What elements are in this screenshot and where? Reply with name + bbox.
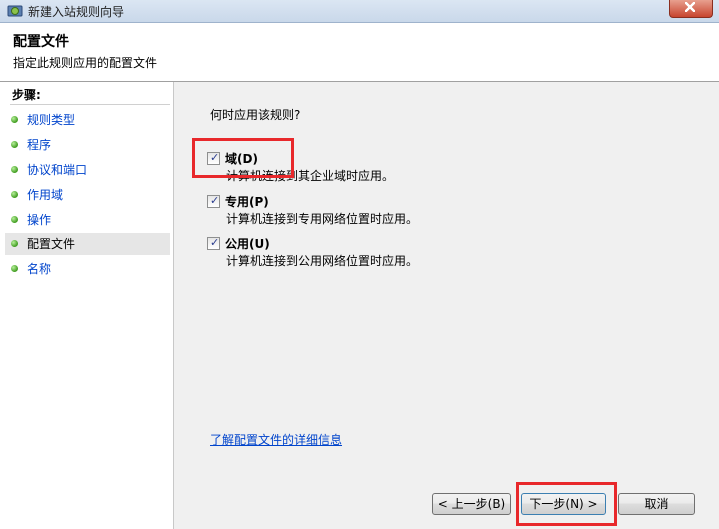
step-label[interactable]: 规则类型 [27, 109, 75, 131]
private-label[interactable]: 专用(P) [225, 193, 269, 210]
checkmark-icon: ✓ [210, 194, 220, 207]
profile-info-link[interactable]: 了解配置文件的详细信息 [210, 431, 342, 448]
step-status-icon [11, 240, 18, 247]
step-label[interactable]: 作用域 [27, 184, 63, 206]
step-label[interactable]: 操作 [27, 209, 51, 231]
firewall-wizard-icon [7, 5, 23, 17]
public-checkbox[interactable]: ✓ [207, 237, 220, 250]
cancel-button[interactable]: 取消 [618, 493, 695, 515]
step-action[interactable]: 操作 [5, 209, 170, 231]
steps-divider [10, 104, 170, 105]
wizard-header: 配置文件 指定此规则应用的配置文件 [0, 23, 719, 82]
public-description: 计算机连接到公用网络位置时应用。 [226, 254, 419, 268]
step-status-icon [11, 141, 18, 148]
step-rule-type[interactable]: 规则类型 [5, 109, 170, 131]
title-bar: 新建入站规则向导 [0, 0, 719, 23]
step-name[interactable]: 名称 [5, 258, 170, 280]
step-label[interactable]: 协议和端口 [27, 159, 87, 181]
question-label: 何时应用该规则? [210, 108, 301, 122]
step-status-icon [11, 191, 18, 198]
step-label[interactable]: 程序 [27, 134, 51, 156]
page-title: 配置文件 [13, 34, 69, 50]
step-status-icon [11, 116, 18, 123]
highlight-box-next [516, 482, 617, 526]
step-protocol-port[interactable]: 协议和端口 [5, 159, 170, 181]
window-title: 新建入站规则向导 [28, 5, 125, 19]
private-description: 计算机连接到专用网络位置时应用。 [226, 212, 419, 226]
step-label[interactable]: 配置文件 [27, 233, 75, 255]
back-button[interactable]: < 上一步(B) [432, 493, 511, 515]
private-checkbox[interactable]: ✓ [207, 195, 220, 208]
step-scope[interactable]: 作用域 [5, 184, 170, 206]
steps-panel: 步骤: 规则类型 程序 协议和端口 作用域 操作 配置文件 名称 [0, 82, 174, 529]
step-profile[interactable]: 配置文件 [5, 233, 170, 255]
highlight-box-domain [192, 138, 294, 178]
page-subtitle: 指定此规则应用的配置文件 [13, 56, 158, 70]
step-status-icon [11, 265, 18, 272]
step-program[interactable]: 程序 [5, 134, 170, 156]
step-status-icon [11, 166, 18, 173]
public-label[interactable]: 公用(U) [225, 235, 270, 252]
checkmark-icon: ✓ [210, 236, 220, 249]
step-label[interactable]: 名称 [27, 258, 51, 280]
step-status-icon [11, 216, 18, 223]
steps-label: 步骤: [12, 88, 41, 102]
close-button[interactable] [669, 0, 713, 18]
